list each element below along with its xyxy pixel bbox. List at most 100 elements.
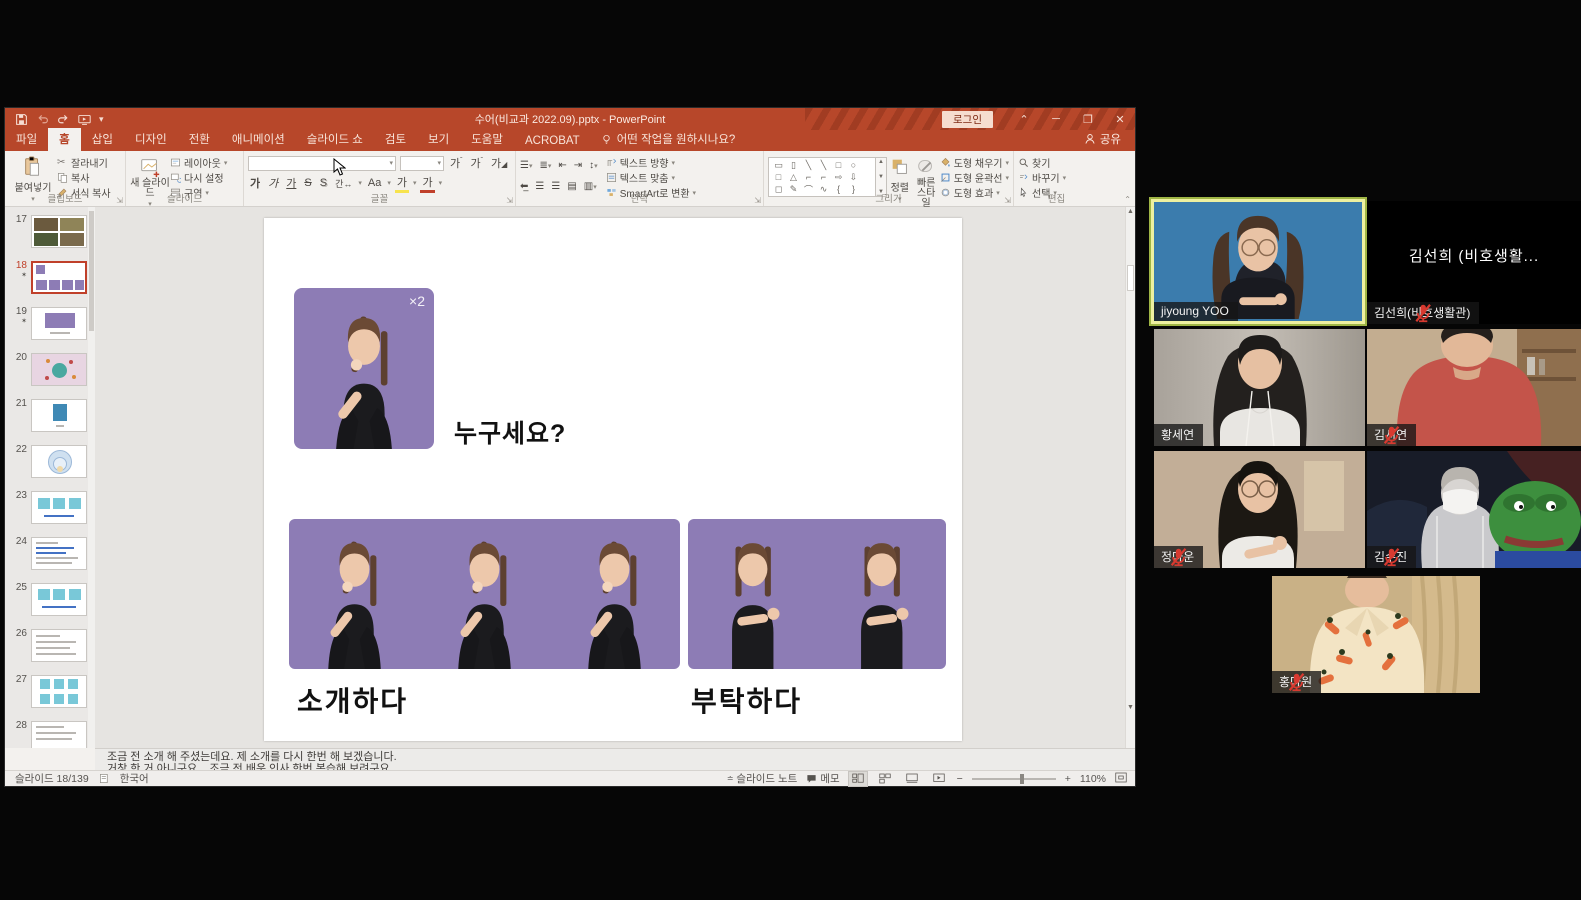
slide-notes-toggle[interactable]: ≐슬라이드 노트 xyxy=(727,771,798,786)
justify-button[interactable]: ▤ xyxy=(567,181,576,192)
character-spacing-button[interactable]: 간↔ xyxy=(333,177,354,190)
video-tile-jiyoung-yoo[interactable]: jiyoung YOO xyxy=(1151,199,1365,324)
grow-font-button[interactable]: 가ˆ xyxy=(448,155,464,171)
thumbnail-image-18[interactable] xyxy=(31,261,87,294)
align-right-button[interactable]: ☰ xyxy=(551,181,560,192)
tab-home[interactable]: 홈 xyxy=(48,128,81,151)
zoom-slider-thumb[interactable] xyxy=(1020,774,1024,784)
slide-sorter-view-button[interactable] xyxy=(876,772,894,786)
thumbnail-17[interactable]: 17 xyxy=(13,215,95,248)
close-button[interactable]: ✕ xyxy=(1105,108,1135,130)
memo-toggle[interactable]: 메모 xyxy=(806,771,839,786)
thumbnail-image-26[interactable] xyxy=(31,629,87,662)
thumbnail-image-17[interactable] xyxy=(31,215,87,248)
accessibility-icon[interactable] xyxy=(99,773,110,784)
slideshow-view-button[interactable] xyxy=(930,772,948,786)
reading-view-button[interactable] xyxy=(903,772,921,786)
sign-demo-card[interactable]: ×2 xyxy=(294,288,434,449)
thumbnail-image-22[interactable] xyxy=(31,445,87,478)
text-shadow-button[interactable]: S xyxy=(318,177,329,189)
tab-help[interactable]: 도움말 xyxy=(460,128,514,151)
introduce-sign-panel[interactable] xyxy=(289,519,680,669)
tab-view[interactable]: 보기 xyxy=(417,128,460,151)
text-direction-button[interactable]: 텍스트 방향▾ xyxy=(606,156,696,169)
slide-question-text[interactable]: 누구세요? xyxy=(454,414,566,450)
tell-me-box[interactable]: 어떤 작업을 원하시나요? xyxy=(591,128,746,151)
thumbnail-18-selected[interactable]: 18✶ xyxy=(13,261,95,294)
align-left-button[interactable]: ⬅̲ xyxy=(520,181,528,192)
highlight-color-button[interactable]: 가 xyxy=(395,174,409,193)
thumbnail-26[interactable]: 26 xyxy=(13,629,95,662)
login-button[interactable]: 로그인 xyxy=(942,111,993,128)
thumbnail-21[interactable]: 21 xyxy=(13,399,95,432)
video-tile-kim-seoyeon[interactable]: 김서연 xyxy=(1367,329,1581,446)
shape-outline-button[interactable]: 도형 윤곽선▾ xyxy=(940,171,1009,184)
tab-slideshow[interactable]: 슬라이드 쇼 xyxy=(296,128,374,151)
notes-pane[interactable]: 조금 전 소개 해 주셨는데요. 제 소개를 다시 한번 해 보겠습니다. 거창… xyxy=(95,748,1135,770)
tab-animations[interactable]: 애니메이션 xyxy=(221,128,296,151)
thumbnail-scrollbar[interactable] xyxy=(88,207,95,748)
thumbnail-25[interactable]: 25 xyxy=(13,583,95,616)
request-sign-panel[interactable] xyxy=(688,519,946,669)
clear-formatting-button[interactable]: 가◢ xyxy=(489,155,509,171)
video-tile-jung-dawoon[interactable]: 정다운 xyxy=(1154,451,1365,568)
normal-view-button[interactable] xyxy=(849,772,867,786)
zoom-slider[interactable] xyxy=(972,778,1056,780)
replace-button[interactable]: 바꾸기▾ xyxy=(1018,171,1066,184)
zoom-percentage[interactable]: 110% xyxy=(1080,773,1106,785)
collapse-ribbon-button[interactable]: ⌃ xyxy=(1124,195,1131,204)
line-spacing-button[interactable]: ↕▾ xyxy=(589,160,598,171)
tab-acrobat[interactable]: ACROBAT xyxy=(514,132,591,151)
thumbnail-image-20[interactable] xyxy=(31,353,87,386)
change-case-button[interactable]: Aa xyxy=(366,177,383,189)
thumbnail-image-24[interactable] xyxy=(31,537,87,570)
thumbnail-19[interactable]: 19✶ xyxy=(13,307,95,340)
thumbnail-image-23[interactable] xyxy=(31,491,87,524)
tab-review[interactable]: 검토 xyxy=(374,128,417,151)
font-name-combo[interactable]: ▾ xyxy=(248,156,396,171)
thumbnail-28[interactable]: 28 xyxy=(13,721,95,748)
thumbnail-image-19[interactable] xyxy=(31,307,87,340)
share-button[interactable]: 공유 xyxy=(1070,128,1135,151)
bullets-button[interactable]: ☰▾ xyxy=(520,160,532,171)
thumbnail-image-25[interactable] xyxy=(31,583,87,616)
font-dialog-launcher[interactable]: ⇲ xyxy=(506,196,513,205)
thumbnail-22[interactable]: 22 xyxy=(13,445,95,478)
thumbnail-27[interactable]: 27 xyxy=(13,675,95,708)
thumbnail-image-21[interactable] xyxy=(31,399,87,432)
align-text-button[interactable]: 텍스트 맞춤▾ xyxy=(606,171,696,184)
ribbon-display-options-icon[interactable]: ⌃ xyxy=(1009,108,1039,130)
tab-insert[interactable]: 삽입 xyxy=(81,128,124,151)
thumbnail-23[interactable]: 23 xyxy=(13,491,95,524)
caption-introduce[interactable]: 소개하다 xyxy=(297,680,408,720)
video-tile-kim-sunhee[interactable]: 김선희 (비호생활... 김선희(비호생활관) xyxy=(1367,201,1581,324)
underline-button[interactable]: 가 xyxy=(284,175,298,191)
shape-fill-button[interactable]: 도형 채우기▾ xyxy=(940,156,1009,169)
shrink-font-button[interactable]: 가ˇ xyxy=(468,155,484,171)
slide-18[interactable]: ×2 누구세요? 소개하다 부탁하다 xyxy=(264,218,962,741)
thumbnail-24[interactable]: 24 xyxy=(13,537,95,570)
fit-to-window-button[interactable] xyxy=(1115,772,1127,786)
zoom-out-button[interactable]: − xyxy=(957,773,963,785)
columns-button[interactable]: ▥▾ xyxy=(584,181,597,192)
layout-button[interactable]: 레이아웃▾ xyxy=(170,156,227,169)
video-tile-hong-dawon[interactable]: 홍다원 xyxy=(1272,576,1480,693)
numbering-button[interactable]: ≣▾ xyxy=(539,160,551,171)
bold-button[interactable]: 가 xyxy=(248,175,262,191)
video-tile-hwang-seyeon[interactable]: 황세연 xyxy=(1154,329,1365,446)
find-button[interactable]: 찾기 xyxy=(1018,156,1066,169)
zoom-in-button[interactable]: + xyxy=(1065,773,1071,785)
paragraph-dialog-launcher[interactable]: ⇲ xyxy=(754,196,761,205)
tab-file[interactable]: 파일 xyxy=(5,128,48,151)
scrollbar-thumb[interactable] xyxy=(1127,265,1134,291)
vertical-scrollbar[interactable]: ▲ ▼ ⏶ ⏷ xyxy=(1125,207,1135,748)
font-color-button[interactable]: 가 xyxy=(420,174,434,193)
decrease-indent-button[interactable]: ⇤ xyxy=(558,160,566,171)
scroll-up-icon[interactable]: ▲ xyxy=(1126,208,1135,218)
thumbnail-image-27[interactable] xyxy=(31,675,87,708)
cut-button[interactable]: ✂잘라내기 xyxy=(57,156,111,169)
drawing-dialog-launcher[interactable]: ⇲ xyxy=(1004,196,1011,205)
thumbnail-20[interactable]: 20 xyxy=(13,353,95,386)
language-indicator[interactable]: 한국어 xyxy=(120,771,149,786)
increase-indent-button[interactable]: ⇥ xyxy=(574,160,582,171)
